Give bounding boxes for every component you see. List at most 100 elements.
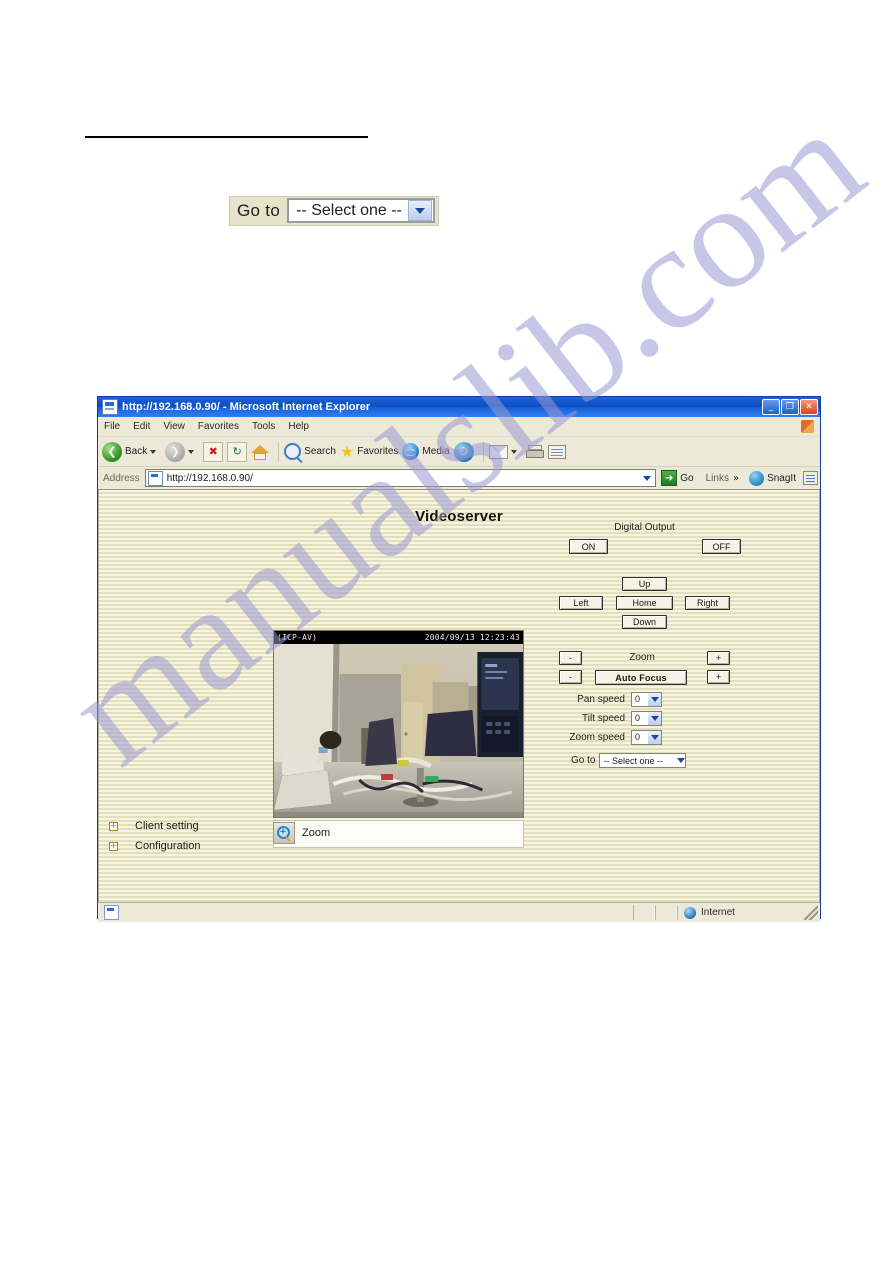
digital-output-row: ON OFF bbox=[547, 539, 802, 557]
edit-button[interactable] bbox=[547, 444, 566, 459]
go-button[interactable]: ➔ Go bbox=[661, 470, 694, 486]
search-button[interactable]: Search bbox=[284, 443, 336, 460]
forward-arrow-icon: ❯ bbox=[165, 441, 186, 462]
chevron-down-icon[interactable] bbox=[408, 200, 433, 221]
media-globe-icon bbox=[402, 443, 420, 460]
history-clock-icon: ⏱ bbox=[453, 441, 474, 462]
history-button[interactable]: ⏱ bbox=[453, 441, 474, 462]
maximize-button[interactable]: ❐ bbox=[781, 399, 799, 415]
status-pane-1 bbox=[633, 905, 655, 920]
refresh-button[interactable]: ↻ bbox=[227, 441, 248, 462]
video-osd-camera: (ICP-AV) bbox=[277, 633, 318, 642]
tilt-speed-select[interactable]: 0 bbox=[631, 710, 662, 726]
chevron-down-icon[interactable] bbox=[648, 711, 661, 725]
pan-down-button[interactable]: Down bbox=[622, 615, 667, 629]
sidebar-item-client-setting[interactable]: + Client setting bbox=[109, 816, 269, 836]
pan-up-button[interactable]: Up bbox=[622, 577, 667, 591]
menu-bar: File Edit View Favorites Tools Help bbox=[98, 417, 820, 437]
sidebar-item-configuration[interactable]: + Configuration bbox=[109, 836, 269, 856]
zoom-link[interactable]: + Zoom bbox=[273, 822, 330, 844]
menu-item-help[interactable]: Help bbox=[288, 421, 309, 432]
favorites-button[interactable]: ★ Favorites bbox=[340, 443, 398, 460]
snagit-document-icon[interactable] bbox=[803, 471, 818, 485]
search-label: Search bbox=[304, 446, 336, 457]
digital-output-off-button[interactable]: OFF bbox=[702, 539, 741, 554]
video-osd: (ICP-AV) 2004/09/13 12:23:43 bbox=[274, 631, 523, 644]
internet-zone-icon bbox=[684, 906, 696, 919]
printer-icon bbox=[525, 444, 544, 459]
preset-goto-value: -- Select one -- bbox=[603, 755, 663, 766]
snagit-label[interactable]: SnagIt bbox=[767, 473, 796, 484]
links-label[interactable]: Links bbox=[706, 473, 729, 484]
print-button[interactable] bbox=[525, 444, 544, 459]
zoom-speed-select[interactable]: 0 bbox=[631, 729, 662, 745]
pan-speed-select[interactable]: 0 bbox=[631, 691, 662, 707]
preset-goto-select[interactable]: -- Select one -- bbox=[599, 753, 687, 768]
menu-item-favorites[interactable]: Favorites bbox=[198, 421, 239, 432]
links-chevron-icon[interactable]: » bbox=[733, 473, 739, 484]
auto-focus-button[interactable]: Auto Focus bbox=[595, 670, 687, 685]
media-button[interactable]: Media bbox=[402, 443, 450, 460]
menu-item-file[interactable]: File bbox=[104, 421, 120, 432]
back-dropdown-icon[interactable] bbox=[150, 449, 157, 454]
tilt-speed-label: Tilt speed bbox=[582, 712, 625, 724]
digital-output-on-button[interactable]: ON bbox=[569, 539, 608, 554]
pan-right-button[interactable]: Right bbox=[685, 596, 730, 610]
mail-dropdown-icon[interactable] bbox=[510, 449, 517, 454]
forward-dropdown-icon[interactable] bbox=[188, 449, 195, 454]
goto-select[interactable]: -- Select one -- bbox=[287, 198, 436, 223]
digital-output-title: Digital Output bbox=[614, 522, 675, 533]
focus-near-button[interactable]: - bbox=[559, 670, 582, 684]
preset-goto-label: Go to bbox=[571, 755, 596, 766]
go-arrow-icon: ➔ bbox=[661, 470, 678, 486]
back-label: Back bbox=[125, 446, 148, 457]
chevron-down-icon[interactable] bbox=[677, 758, 686, 763]
close-button[interactable]: ✕ bbox=[800, 399, 818, 415]
minimize-button[interactable]: _ bbox=[762, 399, 780, 415]
chevron-down-icon[interactable] bbox=[648, 730, 661, 744]
zoom-control-label: Zoom bbox=[629, 652, 655, 663]
address-input[interactable]: http://192.168.0.90/ bbox=[144, 469, 657, 487]
stop-icon: ✖ bbox=[203, 441, 224, 462]
goto-select-value: -- Select one -- bbox=[296, 201, 402, 219]
zoom-in-magnifier-icon[interactable]: + bbox=[273, 822, 295, 844]
forward-button[interactable]: ❯ bbox=[165, 441, 199, 462]
pan-home-button[interactable]: Home bbox=[616, 596, 673, 610]
pan-left-button[interactable]: Left bbox=[559, 596, 603, 610]
windows-flag-icon bbox=[801, 420, 814, 433]
goto-widget-figure: Go to -- Select one -- bbox=[229, 196, 440, 226]
resize-grip[interactable] bbox=[804, 905, 818, 920]
focus-far-button[interactable]: + bbox=[707, 670, 730, 684]
chevron-down-icon[interactable] bbox=[648, 692, 661, 706]
zoom-in-button[interactable]: + bbox=[707, 651, 730, 665]
video-frame-image bbox=[274, 644, 523, 817]
pan-speed-row: Pan speed 0 bbox=[547, 690, 802, 708]
zoom-out-button[interactable]: - bbox=[559, 651, 582, 665]
camera-control-panel: Digital Output ON OFF Up Left Home Right… bbox=[547, 522, 802, 768]
expand-plus-icon[interactable]: + bbox=[109, 841, 118, 851]
menu-item-edit[interactable]: Edit bbox=[133, 421, 150, 432]
tilt-speed-row: Tilt speed 0 bbox=[547, 709, 802, 727]
browser-window: http://192.168.0.90/ - Microsoft Interne… bbox=[97, 396, 821, 922]
menu-item-view[interactable]: View bbox=[163, 421, 185, 432]
refresh-icon: ↻ bbox=[227, 441, 248, 462]
toolbar-separator-2 bbox=[482, 441, 484, 462]
address-dropdown-icon[interactable] bbox=[639, 470, 655, 486]
security-zone[interactable]: Internet bbox=[677, 905, 804, 920]
home-button[interactable] bbox=[251, 444, 270, 460]
goto-label: Go to bbox=[237, 200, 281, 220]
focus-control-row: - Auto Focus + bbox=[547, 670, 802, 689]
video-stream[interactable]: (ICP-AV) 2004/09/13 12:23:43 bbox=[273, 630, 524, 818]
window-buttons: _ ❐ ✕ bbox=[762, 399, 818, 415]
snagit-icon[interactable] bbox=[749, 470, 765, 486]
back-button[interactable]: ❮ Back bbox=[102, 441, 161, 462]
expand-plus-icon[interactable]: + bbox=[109, 821, 118, 831]
status-bar: Internet bbox=[98, 902, 820, 922]
search-icon bbox=[284, 443, 302, 460]
stop-button[interactable]: ✖ bbox=[203, 441, 224, 462]
ie-document-icon bbox=[102, 399, 118, 415]
zoom-speed-label: Zoom speed bbox=[569, 731, 625, 743]
menu-item-tools[interactable]: Tools bbox=[252, 421, 275, 432]
mail-button[interactable] bbox=[488, 444, 522, 459]
tilt-speed-value: 0 bbox=[635, 713, 641, 723]
